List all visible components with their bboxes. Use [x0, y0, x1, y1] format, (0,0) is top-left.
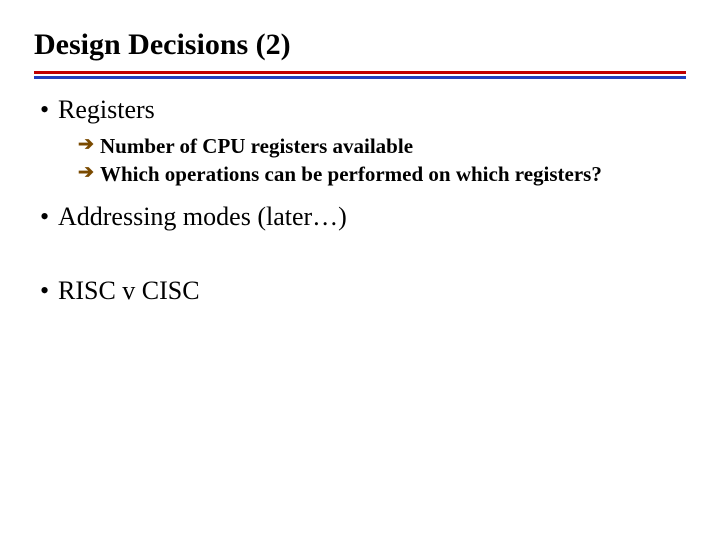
slide-body: • Registers ➔ Number of CPU registers av… — [34, 95, 686, 306]
bullet-dot-icon: • — [34, 202, 58, 232]
list-item-text: Which operations can be performed on whi… — [100, 161, 686, 187]
arrow-bullet-icon: ➔ — [78, 133, 100, 158]
bullet-dot-icon: • — [34, 95, 58, 125]
sublist: ➔ Number of CPU registers available ➔ Wh… — [78, 133, 686, 188]
title-divider — [34, 71, 686, 79]
list-item: • RISC v CISC — [34, 276, 686, 306]
list-item: ➔ Which operations can be performed on w… — [78, 161, 686, 187]
slide-title: Design Decisions (2) — [34, 28, 686, 67]
bullet-dot-icon: • — [34, 276, 58, 306]
list-item-text: Addressing modes (later…) — [58, 202, 686, 232]
list-item-text: Number of CPU registers available — [100, 133, 686, 159]
list-item: • Addressing modes (later…) — [34, 202, 686, 232]
list-item: ➔ Number of CPU registers available — [78, 133, 686, 159]
arrow-bullet-icon: ➔ — [78, 161, 100, 186]
list-item: • Registers — [34, 95, 686, 125]
list-item-text: RISC v CISC — [58, 276, 686, 306]
list-item-text: Registers — [58, 95, 686, 125]
